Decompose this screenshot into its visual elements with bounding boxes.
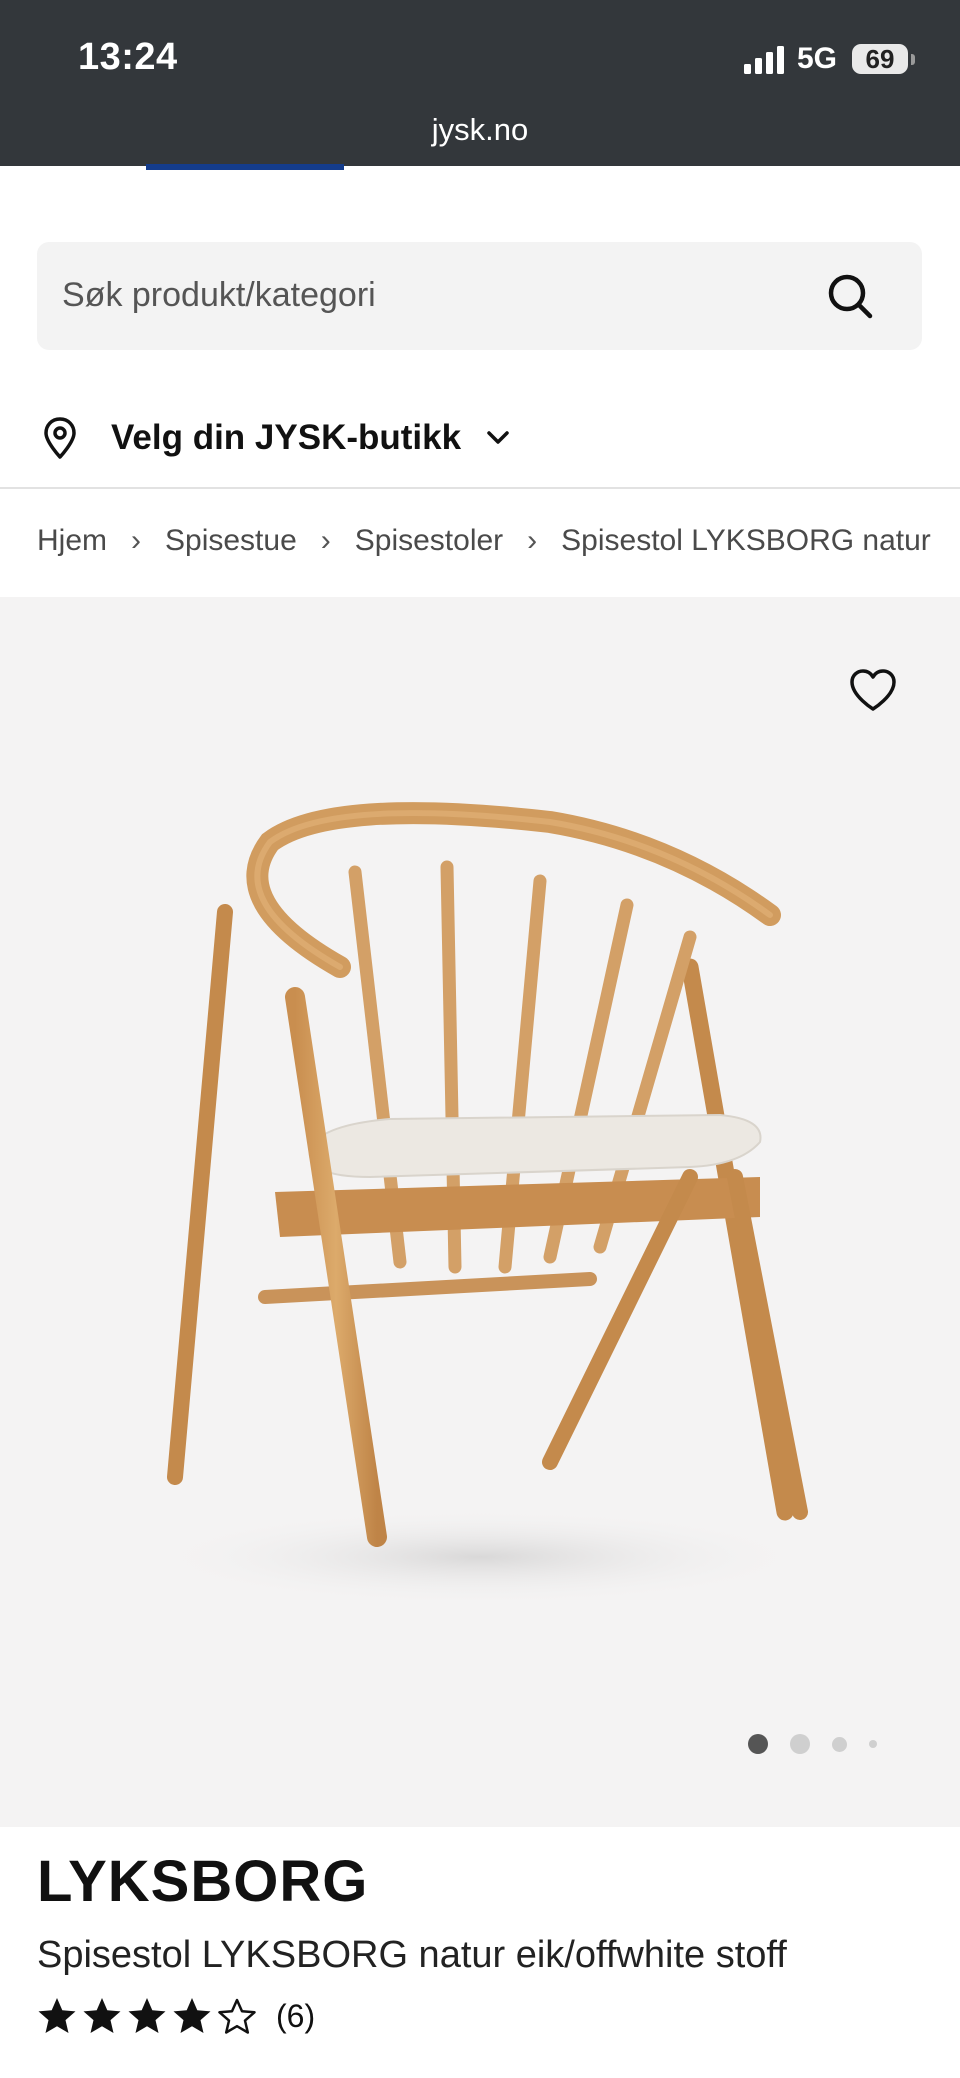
cellular-signal-icon [744, 46, 784, 74]
battery-level: 69 [865, 44, 895, 74]
breadcrumb-item-dining-room[interactable]: Spisestue [165, 524, 297, 558]
product-name: Spisestol LYKSBORG natur eik/offwhite st… [37, 1934, 787, 1976]
star-filled-icon [38, 1998, 76, 2033]
review-count[interactable]: (6) [276, 1998, 315, 2035]
breadcrumb: Hjem › Spisestue › Spisestoler › Spisest… [37, 524, 931, 558]
breadcrumb-item-current: Spisestol LYKSBORG natur [561, 524, 931, 557]
product-brand: LYKSBORG [37, 1849, 369, 1914]
search-box[interactable]: Søk produkt/kategori [37, 242, 922, 350]
store-selector[interactable]: Velg din JYSK-butikk [37, 408, 637, 468]
star-filled-icon [128, 1998, 166, 2033]
location-pin-icon [44, 417, 76, 459]
gallery-dot[interactable] [748, 1734, 768, 1754]
header-accent-line [146, 164, 344, 170]
product-image-chair [150, 802, 810, 1605]
battery-tip [911, 54, 915, 65]
heart-icon[interactable] [848, 667, 898, 713]
network-type: 5G [797, 42, 838, 75]
search-input[interactable]: Søk produkt/kategori [62, 276, 376, 315]
gallery-dot[interactable] [832, 1736, 847, 1752]
star-filled-icon [173, 1998, 211, 2033]
breadcrumb-item-dining-chairs[interactable]: Spisestoler [355, 524, 503, 558]
chevron-right-icon: › [320, 524, 331, 557]
browser-top-bar: 13:24 5G 69 jysk.no [0, 0, 960, 166]
chevron-right-icon: › [131, 524, 142, 557]
store-selector-label: Velg din JYSK-butikk [111, 418, 462, 457]
divider [0, 487, 960, 489]
product-rating[interactable]: (6) [37, 1996, 315, 2036]
chevron-right-icon: › [527, 524, 538, 557]
gallery-dot[interactable] [790, 1734, 810, 1754]
star-empty-icon [218, 1998, 256, 2034]
star-filled-icon [83, 1998, 121, 2033]
url-bar[interactable]: jysk.no [0, 112, 960, 148]
gallery-dot[interactable] [869, 1740, 877, 1748]
search-icon[interactable] [826, 272, 874, 320]
breadcrumb-item-home[interactable]: Hjem [37, 524, 107, 558]
product-image-gallery[interactable] [0, 597, 960, 1827]
status-time: 13:24 [78, 36, 178, 78]
battery-icon: 69 [852, 44, 908, 74]
gallery-pagination[interactable] [748, 1734, 899, 1754]
chevron-down-icon [487, 431, 509, 444]
